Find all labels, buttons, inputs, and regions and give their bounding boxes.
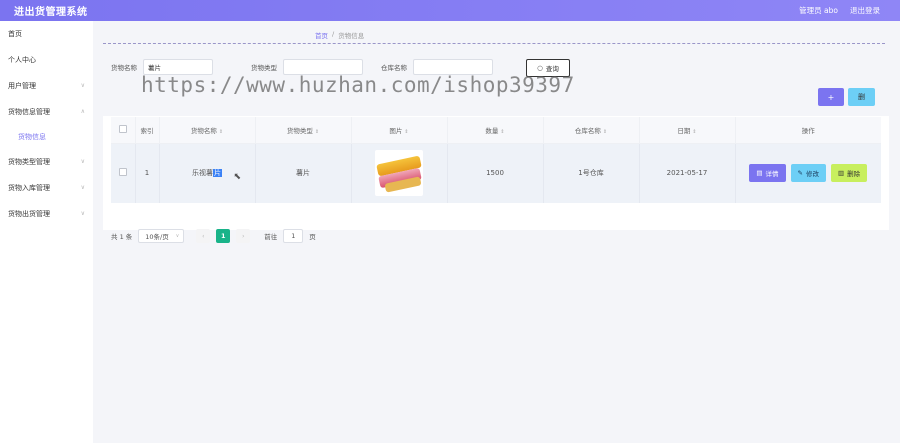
sidebar-item-label: 货物信息管理 — [8, 108, 50, 116]
mouse-cursor-icon: ⬉ — [233, 171, 242, 182]
sidebar-item-goods-info[interactable]: 货物信息 — [0, 125, 93, 149]
goods-type-label: 货物类型 — [251, 64, 277, 72]
sidebar-item-label: 个人中心 — [8, 56, 36, 64]
actions-cell: ▤ 详情 ✎ 修改 ▥ 删除 — [735, 143, 881, 203]
pencil-icon: ✎ — [797, 169, 803, 178]
selected-text: 片 — [213, 169, 222, 178]
detail-label: 详情 — [765, 170, 779, 179]
product-image[interactable] — [375, 150, 423, 197]
main-content: 首页 / 货物信息 货物名称 薯片 货物类型 仓库名称 ○ 查询 https:/… — [93, 21, 900, 443]
goods-name-label: 货物名称 — [111, 64, 137, 72]
table-card: 索引 货物名称 ⇕ 货物类型 ⇕ 图片 ⇕ 数量 ⇕ 仓库名称 ⇕ 日期 ⇕ 操作 1 乐视… — [103, 116, 889, 243]
chevron-down-icon: ∨ — [80, 82, 85, 89]
warehouse-cell: 1号仓库 — [543, 143, 640, 203]
col-header-name[interactable]: 货物名称 ⇕ — [159, 117, 256, 144]
chevron-down-icon: ∨ — [80, 210, 85, 217]
col-header-index: 索引 — [135, 117, 160, 144]
watermark-text: https://www.huzhan.com/ishop39397 — [141, 73, 575, 97]
page-size-value: 10条/页 — [145, 233, 169, 241]
pagination: 共 1 条 10条/页 ∨ ‹ 1 › 前往 1 页 — [111, 229, 316, 243]
sidebar-item-home[interactable]: 首页 — [0, 21, 93, 47]
chevron-left-icon: ‹ — [201, 232, 205, 240]
divider — [103, 43, 885, 44]
name-cell: 乐视薯片 ⬉ — [159, 143, 256, 203]
goods-table: 索引 货物名称 ⇕ 货物类型 ⇕ 图片 ⇕ 数量 ⇕ 仓库名称 ⇕ 日期 ⇕ 操作 1 乐视… — [111, 117, 881, 203]
row-select-cell[interactable] — [111, 143, 136, 203]
image-cell — [351, 143, 448, 203]
breadcrumb-separator: / — [332, 30, 335, 38]
sidebar-item-profile[interactable]: 个人中心 — [0, 47, 93, 73]
index-cell: 1 — [135, 143, 160, 203]
prev-page-button[interactable]: ‹ — [196, 229, 211, 243]
trash-icon: ▥ — [837, 169, 845, 178]
detail-button[interactable]: ▤ 详情 — [749, 164, 786, 183]
sidebar: 首页 个人中心 用户管理 ∨ 货物信息管理 ∧ 货物信息 货物类型管理 ∨ 货物入库管… — [0, 21, 93, 443]
sidebar-item-label: 首页 — [8, 30, 22, 38]
breadcrumb-home[interactable]: 首页 — [315, 30, 328, 40]
col-header-warehouse[interactable]: 仓库名称 ⇕ — [543, 117, 640, 144]
col-header-image[interactable]: 图片 ⇕ — [351, 117, 448, 144]
app-title: 进出货管理系统 — [14, 7, 88, 18]
sidebar-item-label: 货物入库管理 — [8, 184, 50, 192]
delete-label: 删除 — [847, 170, 861, 179]
user-label: 管理员 abo — [799, 6, 838, 15]
chevron-down-icon: ∨ — [175, 233, 180, 239]
col-header-type[interactable]: 货物类型 ⇕ — [255, 117, 352, 144]
select-all-header[interactable] — [111, 117, 136, 144]
sidebar-item-goods-in[interactable]: 货物入库管理 ∨ — [0, 175, 93, 201]
sidebar-item-goods-type[interactable]: 货物类型管理 ∨ — [0, 149, 93, 175]
add-button[interactable]: + — [818, 88, 844, 106]
date-cell: 2021-05-17 — [639, 143, 736, 203]
sidebar-item-goods-info-mgmt[interactable]: 货物信息管理 ∧ — [0, 99, 93, 125]
sort-icon[interactable]: ⇕ — [603, 129, 607, 135]
document-icon: ▤ — [756, 169, 763, 178]
quantity-cell: 1500 — [447, 143, 544, 203]
top-navbar: 进出货管理系统 管理员 abo 退出登录 — [0, 0, 900, 21]
batch-delete-button[interactable]: 删 — [848, 88, 875, 106]
query-button-label: 查询 — [545, 65, 559, 73]
edit-label: 修改 — [805, 170, 819, 179]
table-row: 1 乐视薯片 ⬉ 薯片 1500 1号仓库 2021-05-17 ▤ 详情 ✎ … — [111, 143, 881, 203]
sidebar-item-label: 货物出货管理 — [8, 210, 50, 218]
sort-icon[interactable]: ⇕ — [404, 129, 408, 135]
sidebar-item-users[interactable]: 用户管理 ∨ — [0, 73, 93, 99]
sort-icon[interactable]: ⇕ — [500, 129, 504, 135]
warehouse-label: 仓库名称 — [381, 64, 407, 72]
sidebar-item-label: 用户管理 — [8, 82, 36, 90]
row-checkbox[interactable] — [118, 168, 127, 177]
chevron-up-icon: ∧ — [80, 108, 85, 115]
sort-icon[interactable]: ⇕ — [692, 129, 696, 135]
search-icon: ○ — [537, 64, 543, 72]
type-cell: 薯片 — [255, 143, 352, 203]
col-header-quantity[interactable]: 数量 ⇕ — [447, 117, 544, 144]
sidebar-item-label: 货物信息 — [18, 133, 46, 141]
sort-icon[interactable]: ⇕ — [219, 129, 223, 135]
sidebar-item-goods-out[interactable]: 货物出货管理 ∨ — [0, 201, 93, 227]
page-number-button[interactable]: 1 — [216, 229, 231, 243]
sort-icon[interactable]: ⇕ — [315, 129, 319, 135]
page-suffix: 页 — [309, 233, 316, 241]
chevron-down-icon: ∨ — [80, 158, 85, 165]
logout-link[interactable]: 退出登录 — [850, 5, 880, 16]
next-page-button[interactable]: › — [236, 229, 251, 243]
breadcrumb-current: 货物信息 — [338, 32, 365, 40]
breadcrumb: 首页 / 货物信息 — [315, 30, 364, 40]
total-count: 共 1 条 — [111, 233, 133, 241]
select-all-checkbox[interactable] — [118, 124, 127, 133]
col-header-actions: 操作 — [735, 117, 881, 144]
page-size-select[interactable]: 10条/页 ∨ — [138, 229, 185, 243]
sidebar-item-label: 货物类型管理 — [8, 158, 50, 166]
edit-button[interactable]: ✎ 修改 — [790, 164, 826, 183]
delete-button[interactable]: ▥ 删除 — [830, 164, 868, 183]
table-header-row: 索引 货物名称 ⇕ 货物类型 ⇕ 图片 ⇕ 数量 ⇕ 仓库名称 ⇕ 日期 ⇕ 操作 — [111, 117, 881, 144]
goto-page-input[interactable]: 1 — [283, 229, 304, 243]
chevron-right-icon: › — [241, 232, 245, 240]
chevron-down-icon: ∨ — [80, 184, 85, 191]
col-header-date[interactable]: 日期 ⇕ — [639, 117, 736, 144]
goto-label: 前往 — [264, 233, 278, 241]
name-text: 乐视薯 — [192, 169, 213, 178]
